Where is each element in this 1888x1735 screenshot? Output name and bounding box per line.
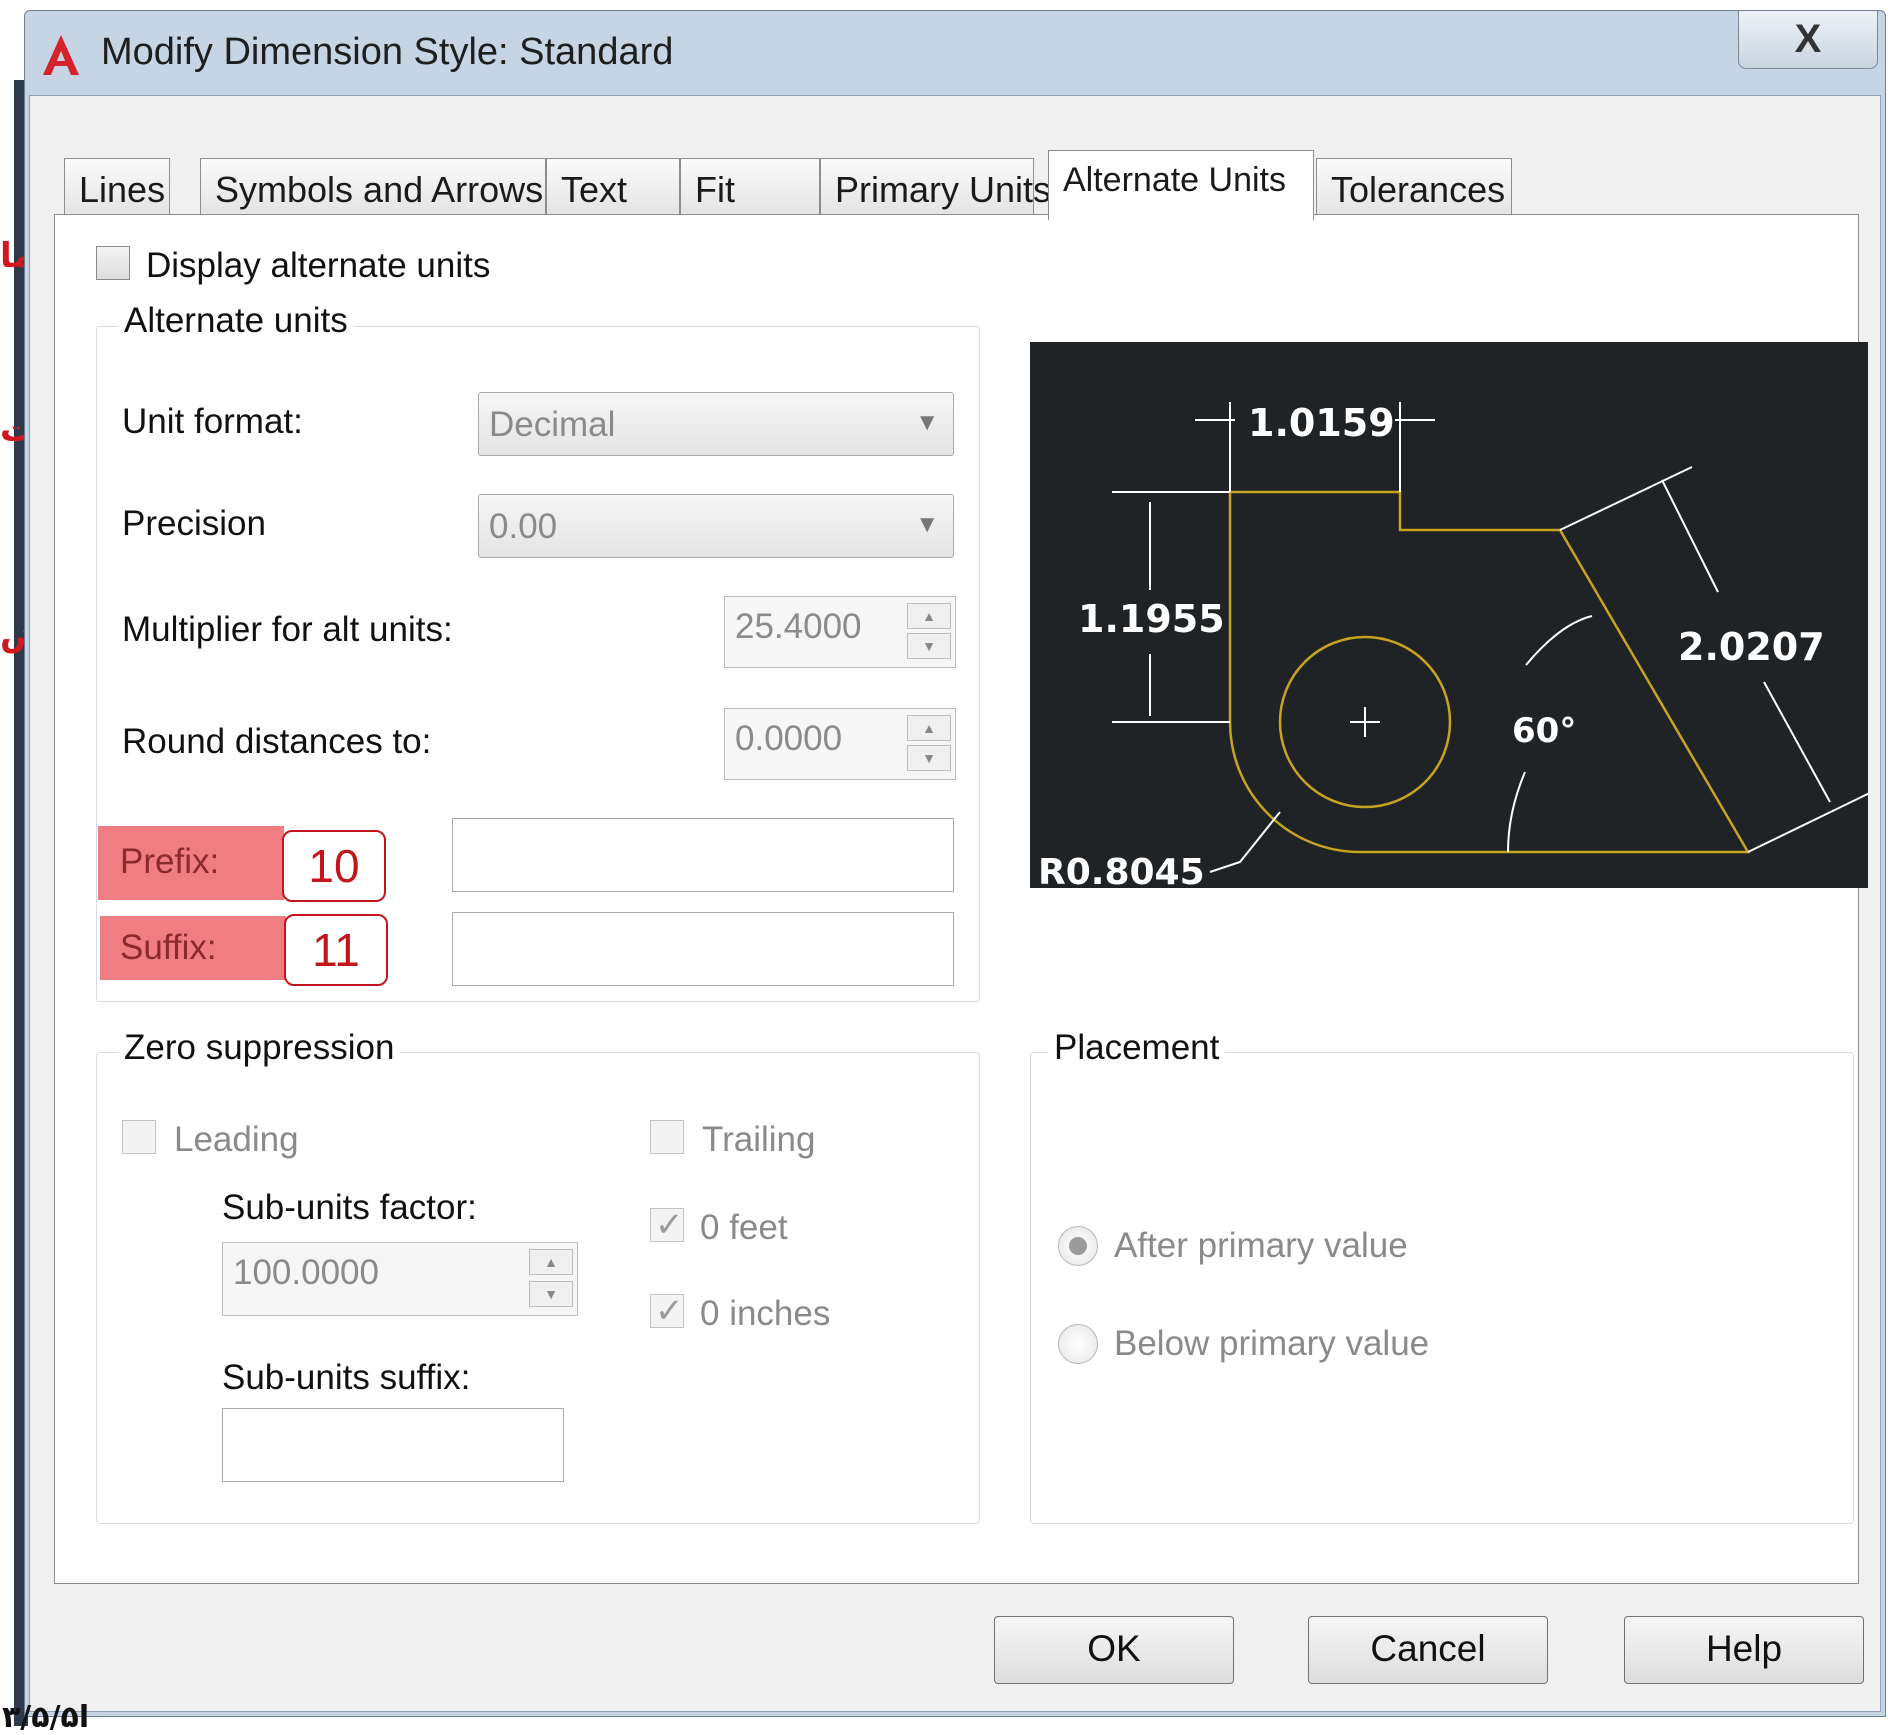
multiplier-value: 25.4000 (735, 607, 862, 646)
zero-feet-label: 0 feet (700, 1208, 788, 1247)
chevron-down-icon: ▼ (915, 409, 939, 436)
dimension-preview: 1.0159 1.1955 2.0207 60° R0.8045 (1030, 342, 1868, 888)
tab-label: Alternate Units (1063, 161, 1286, 199)
trailing-label: Trailing (702, 1120, 816, 1159)
close-button[interactable]: X (1738, 11, 1878, 69)
tab-label: Symbols and Arrows (215, 169, 544, 210)
leading-label: Leading (174, 1120, 299, 1159)
title-bar: Modify Dimension Style: Standard X (25, 11, 1885, 95)
tab-fit[interactable]: Fit (680, 158, 820, 216)
checkmark-icon: ✓ (655, 1206, 684, 1244)
spin-down-icon[interactable]: ▼ (907, 633, 951, 659)
suffix-label: Suffix: (120, 928, 217, 967)
preview-dim-angle: 60° (1512, 711, 1576, 751)
sub-units-suffix-input[interactable] (222, 1408, 564, 1482)
placement-group-title: Placement (1048, 1028, 1226, 1068)
spin-up-icon[interactable]: ▲ (907, 715, 951, 741)
ok-button[interactable]: OK (994, 1616, 1234, 1684)
below-primary-radio[interactable] (1058, 1324, 1098, 1364)
display-alternate-units-checkbox[interactable] (96, 246, 130, 280)
tab-symbols-and-arrows[interactable]: Symbols and Arrows (200, 158, 546, 216)
alternate-units-group-title: Alternate units (118, 301, 354, 341)
unit-format-label: Unit format: (122, 402, 303, 441)
tab-label: Tolerances (1331, 169, 1506, 210)
leading-checkbox[interactable] (122, 1120, 156, 1154)
multiplier-input[interactable]: 25.4000 ▲ ▼ (724, 596, 956, 668)
tab-lines[interactable]: Lines (64, 158, 170, 216)
modify-dimension-style-dialog: Modify Dimension Style: Standard X Lines… (24, 10, 1886, 1717)
placement-group (1030, 1052, 1854, 1524)
tab-text[interactable]: Text (546, 158, 680, 216)
sub-units-factor-label: Sub-units factor: (222, 1188, 477, 1227)
precision-value: 0.00 (489, 507, 558, 546)
precision-label: Precision (122, 504, 266, 543)
help-button[interactable]: Help (1624, 1616, 1864, 1684)
spin-up-icon[interactable]: ▲ (907, 603, 951, 629)
after-primary-label: After primary value (1114, 1226, 1408, 1265)
zero-inches-checkbox[interactable]: ✓ (650, 1292, 684, 1330)
sub-units-suffix-label: Sub-units suffix: (222, 1358, 471, 1397)
zero-suppression-group-title: Zero suppression (118, 1028, 401, 1068)
multiplier-label: Multiplier for alt units: (122, 610, 453, 649)
tab-label: Lines (79, 169, 166, 210)
callout-badge-10: 10 (282, 830, 386, 902)
round-distances-input[interactable]: 0.0000 ▲ ▼ (724, 708, 956, 780)
chevron-down-icon: ▼ (915, 511, 939, 538)
spin-down-icon[interactable]: ▼ (529, 1281, 573, 1307)
preview-dim-top: 1.0159 (1248, 401, 1395, 445)
tab-tolerances[interactable]: Tolerances (1316, 158, 1512, 216)
display-alternate-units-label: Display alternate units (146, 246, 491, 285)
after-primary-radio[interactable] (1058, 1226, 1098, 1266)
callout-badge-11: 11 (284, 914, 388, 986)
radio-dot-icon (1069, 1237, 1087, 1255)
sub-units-factor-input[interactable]: 100.0000 ▲ ▼ (222, 1242, 578, 1316)
preview-dim-right: 2.0207 (1678, 625, 1825, 669)
trailing-checkbox[interactable] (650, 1120, 684, 1154)
client-area: Lines Symbols and Arrows Text Fit Primar… (29, 95, 1881, 1712)
window-title: Modify Dimension Style: Standard (101, 31, 674, 73)
preview-dim-radius: R0.8045 (1038, 852, 1205, 888)
bottom-annotation-fragment: ا۳/۵/۵ (2, 1700, 90, 1735)
tab-alternate-units[interactable]: Alternate Units (1048, 150, 1314, 220)
tab-label: Primary Units (835, 169, 1052, 210)
spin-down-icon[interactable]: ▼ (907, 745, 951, 771)
autocad-logo-icon (43, 35, 79, 75)
spin-up-icon[interactable]: ▲ (529, 1249, 573, 1275)
below-primary-label: Below primary value (1114, 1324, 1430, 1363)
sub-units-factor-value: 100.0000 (233, 1253, 379, 1292)
unit-format-select[interactable]: Decimal ▼ (478, 392, 954, 456)
prefix-input[interactable] (452, 818, 954, 892)
tab-label: Fit (695, 169, 735, 210)
round-distances-label: Round distances to: (122, 722, 432, 761)
unit-format-value: Decimal (489, 405, 616, 444)
prefix-label: Prefix: (120, 842, 220, 881)
close-icon: X (1794, 17, 1822, 61)
tab-label: Text (561, 169, 628, 210)
cancel-button[interactable]: Cancel (1308, 1616, 1548, 1684)
precision-select[interactable]: 0.00 ▼ (478, 494, 954, 558)
zero-feet-checkbox[interactable]: ✓ (650, 1206, 684, 1244)
tab-primary-units[interactable]: Primary Units (820, 158, 1051, 216)
suffix-input[interactable] (452, 912, 954, 986)
preview-dim-left: 1.1955 (1078, 597, 1225, 641)
zero-inches-label: 0 inches (700, 1294, 831, 1333)
round-distances-value: 0.0000 (735, 719, 843, 758)
checkmark-icon: ✓ (655, 1292, 684, 1330)
